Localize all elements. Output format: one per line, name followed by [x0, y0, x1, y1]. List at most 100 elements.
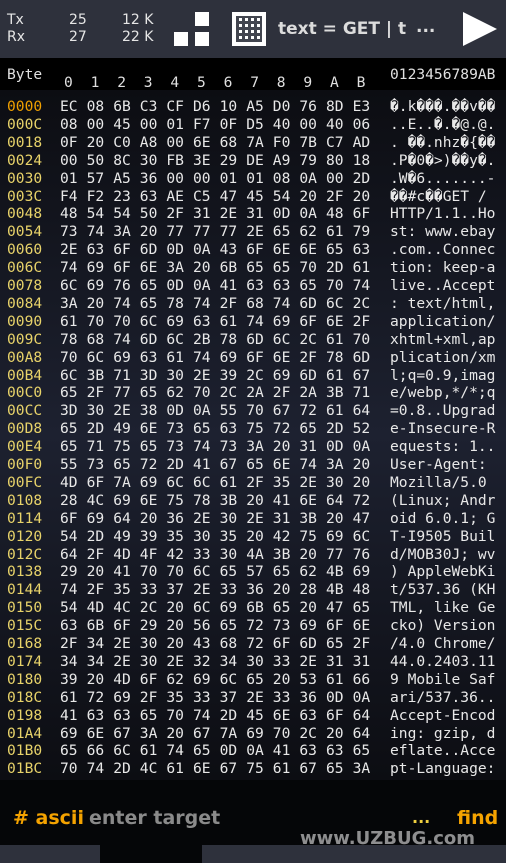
- hex-byte: 10: [219, 98, 238, 115]
- qr-icon[interactable]: [232, 12, 266, 46]
- hex-row[interactable]: 00F0 55 73 65 72 2D 41 67 65 6E 74 3A 20 User-Agent:: [0, 456, 506, 474]
- hex-byte: 6C: [60, 366, 78, 384]
- hex-row[interactable]: 015C 63 6B 6F 29 20 56 65 72 73 69 6F 6E cko) Version: [0, 617, 506, 635]
- hex-byte: A5: [246, 98, 264, 115]
- hex-row[interactable]: 0084 3A 20 74 65 78 74 2F 68 74 6D 6C 2C: text/html,: [0, 295, 506, 313]
- hex-row[interactable]: 0048 48 54 54 50 2F 31 2E 31 0D 0A 48 6F HTTP/1.1..Ho: [0, 205, 506, 223]
- hex-row[interactable]: 00FC 4D 6F 7A 69 6C 6C 61 2F 35 2E 30 20 Mozilla/5.0: [0, 474, 506, 492]
- play-icon[interactable]: [463, 12, 497, 46]
- options-button[interactable]: ...: [412, 808, 430, 827]
- find-button[interactable]: find: [457, 807, 498, 829]
- hex-row[interactable]: 0114 6F 69 64 20 36 2E 30 2E 31 3B 20 47 oid 6.0.1; G: [0, 510, 506, 528]
- hex-byte: 6F: [113, 259, 131, 277]
- hex-row[interactable]: 01A4 69 6E 67 3A 20 67 7A 69 70 2C 20 64 ing: gzip, d: [0, 725, 506, 743]
- hex-row[interactable]: 0108 28 4C 69 6E 75 78 3B 20 41 6E 64 72 (Linux; Andr: [0, 492, 506, 510]
- hex-row[interactable]: 0090 61 70 70 6C 69 63 61 74 69 6F 6E 2F application/: [0, 313, 506, 331]
- hex-row[interactable]: 0138 29 20 41 70 70 6C 65 57 65 62 4B 69) AppleWebKi: [0, 563, 506, 581]
- column-header-1: 1: [90, 74, 100, 91]
- hex-row[interactable]: 00CC 3D 30 2E 38 0D 0A 55 70 67 72 61 64 =0.8..Upgrad: [0, 402, 506, 420]
- mode-toggle[interactable]: # ascii: [13, 807, 84, 829]
- hex-byte: 74: [272, 294, 291, 312]
- column-header-4: 4: [170, 74, 180, 91]
- hex-byte: 37: [219, 688, 238, 706]
- hex-byte: 67: [219, 760, 238, 778]
- hex-byte: 2F: [86, 545, 105, 563]
- hex-byte: 2A: [299, 384, 317, 402]
- hex-byte: 65: [246, 456, 264, 473]
- hex-row[interactable]: 00E4 65 71 75 65 73 74 73 3A 20 31 0D 0A equests: 1..: [0, 438, 506, 456]
- hex-byte: 6C: [193, 599, 211, 617]
- hex-row[interactable]: 0150 54 4D 4C 2C 20 6C 69 6B 65 20 47 65 TML, like Ge: [0, 599, 506, 617]
- hex-byte: 43: [219, 241, 238, 259]
- column-header-8: 8: [276, 74, 286, 91]
- hex-byte: 4D: [113, 670, 131, 688]
- hex-byte: 3B: [326, 384, 344, 402]
- column-header-2: 2: [117, 74, 126, 91]
- hex-byte: 33: [272, 688, 291, 706]
- hex-byte: 6F: [60, 509, 78, 527]
- hex-byte: 73: [166, 438, 184, 456]
- hex-row[interactable]: 01BC 70 74 2D 4C 61 6E 67 75 61 67 65 3A pt-Language:: [0, 760, 506, 778]
- hex-row[interactable]: 009C 78 68 74 6D 6C 2B 78 6D 6C 2C 61 70 xhtml+xml,ap: [0, 331, 506, 349]
- hex-byte: 65: [272, 599, 291, 617]
- row-offset: 00C0: [7, 384, 43, 402]
- hex-byte: F4: [60, 187, 78, 205]
- hex-byte: 54: [272, 187, 291, 205]
- hex-byte: 65: [326, 241, 344, 259]
- hex-byte: 4D: [60, 473, 78, 491]
- hex-byte: 74: [113, 330, 131, 348]
- hex-byte: A9: [272, 151, 291, 169]
- byte-header: Byte: [7, 66, 43, 83]
- hex-row[interactable]: 0000 EC 08 6B C3 CF D6 10 A5 D0 76 8D E3 �.k���.��v��: [0, 98, 506, 116]
- hex-row[interactable]: 0144 74 2F 35 33 37 2E 33 36 20 28 4B 48 t/537.36 (KH: [0, 581, 506, 599]
- hex-row[interactable]: 0060 2E 63 6F 6D 0D 0A 43 6F 6E 6E 65 63 .com..Connec: [0, 241, 506, 259]
- hex-byte: 63: [139, 348, 158, 366]
- hex-row[interactable]: 01B0 65 66 6C 61 74 65 0D 0A 41 63 63 65 eflate..Acce: [0, 742, 506, 760]
- row-offset: 00A8: [7, 348, 43, 366]
- hex-byte: 65: [272, 223, 291, 241]
- hex-byte: 75: [299, 527, 317, 545]
- hex-byte: 3D: [139, 366, 158, 384]
- hex-byte: 62: [299, 563, 317, 581]
- hex-row[interactable]: 018C 61 72 69 2F 35 33 37 2E 33 36 0D 0A ari/537.36..: [0, 689, 506, 707]
- hex-row[interactable]: 003C F4 F2 23 63 AE C5 47 45 54 20 2F 20 ��#c��GET /: [0, 188, 506, 206]
- hex-row[interactable]: 00B4 6C 3B 71 3D 30 2E 39 2C 69 6D 61 67 l;q=0.9,imag: [0, 367, 506, 385]
- hex-byte: 2C: [299, 724, 317, 742]
- row-offset: 00FC: [7, 473, 43, 491]
- hex-row[interactable]: 0030 01 57 A5 36 00 00 01 01 08 0A 00 2D .W�6.......-: [0, 170, 506, 188]
- hex-byte: 6D: [299, 366, 317, 384]
- hex-byte: 74: [193, 348, 211, 366]
- hex-row[interactable]: 0168 2F 34 2E 30 20 43 68 72 6F 6D 65 2F/4.0 Chrome/: [0, 635, 506, 653]
- hex-row[interactable]: 00C0 65 2F 77 65 62 70 2C 2A 2F 2A 3B 71 e/webp,*/*;q: [0, 384, 506, 402]
- hex-row[interactable]: 006C 74 69 6F 6E 3A 20 6B 65 65 70 2D 61 tion: keep-a: [0, 259, 506, 277]
- hex-row[interactable]: 00A8 70 6C 69 63 61 74 69 6F 6E 2F 78 6D plication/xm: [0, 349, 506, 367]
- hex-row[interactable]: 0180 39 20 4D 6F 62 69 6C 65 20 53 61 66 9 Mobile Saf: [0, 671, 506, 689]
- hex-row[interactable]: 012C 64 2F 4D 4F 42 33 30 4A 3B 20 77 76 d/MOB30J; wv: [0, 546, 506, 564]
- hex-row[interactable]: 0018 0F 20 C0 A8 00 6E 68 7A F0 7B C7 AD . ��.nhz�{��: [0, 134, 506, 152]
- hex-byte: 20: [166, 599, 184, 617]
- hex-row[interactable]: 0198 41 63 63 65 70 74 2D 45 6E 63 6F 64 Accept-Encod: [0, 707, 506, 725]
- hex-row[interactable]: 0174 34 34 2E 30 2E 32 34 30 33 2E 31 31 44.0.2403.11: [0, 653, 506, 671]
- row-offset: 00E4: [7, 438, 43, 456]
- hex-dump[interactable]: 0000 EC 08 6B C3 CF D6 10 A5 D0 76 8D E3 �.k���.��v��…: [0, 90, 506, 780]
- hex-byte: 3A: [139, 724, 158, 742]
- hex-byte: 78: [326, 348, 344, 366]
- watermark: www.UZBUG.com: [300, 828, 475, 849]
- hex-row[interactable]: 0024 00 50 8C 30 FB 3E 29 DE A9 79 80 18 .P�0�>)��y�.: [0, 152, 506, 170]
- hex-byte: 4B: [326, 581, 344, 599]
- hex-byte: 31: [193, 205, 211, 223]
- row-ascii: equests: 1..: [390, 438, 496, 456]
- grid-icon[interactable]: [174, 12, 210, 48]
- hex-row[interactable]: 0054 73 74 3A 20 77 77 77 2E 65 62 61 79 st: www.ebay: [0, 223, 506, 241]
- hex-byte: 72: [299, 402, 317, 420]
- hex-row[interactable]: 0120 54 2D 49 39 35 30 35 20 42 75 69 6C T-I9505 Buil: [0, 528, 506, 546]
- hex-row[interactable]: 0078 6C 69 76 65 0D 0A 41 63 63 65 70 74 live..Accept: [0, 277, 506, 295]
- filter-text[interactable]: text = GET | text: [278, 19, 406, 39]
- target-input[interactable]: enter target: [89, 807, 220, 829]
- hex-byte: 6F: [352, 205, 371, 223]
- hex-byte: 74: [60, 581, 78, 599]
- hex-row[interactable]: 000C 08 00 45 00 01 F7 0F D5 40 00 40 06 ..E..�.�@.@.: [0, 116, 506, 134]
- more-button[interactable]: ...: [416, 17, 435, 37]
- hex-byte: 20: [352, 456, 371, 473]
- hex-row[interactable]: 00D8 65 2D 49 6E 73 65 63 75 72 65 2D 52 e-Insecure-R: [0, 420, 506, 438]
